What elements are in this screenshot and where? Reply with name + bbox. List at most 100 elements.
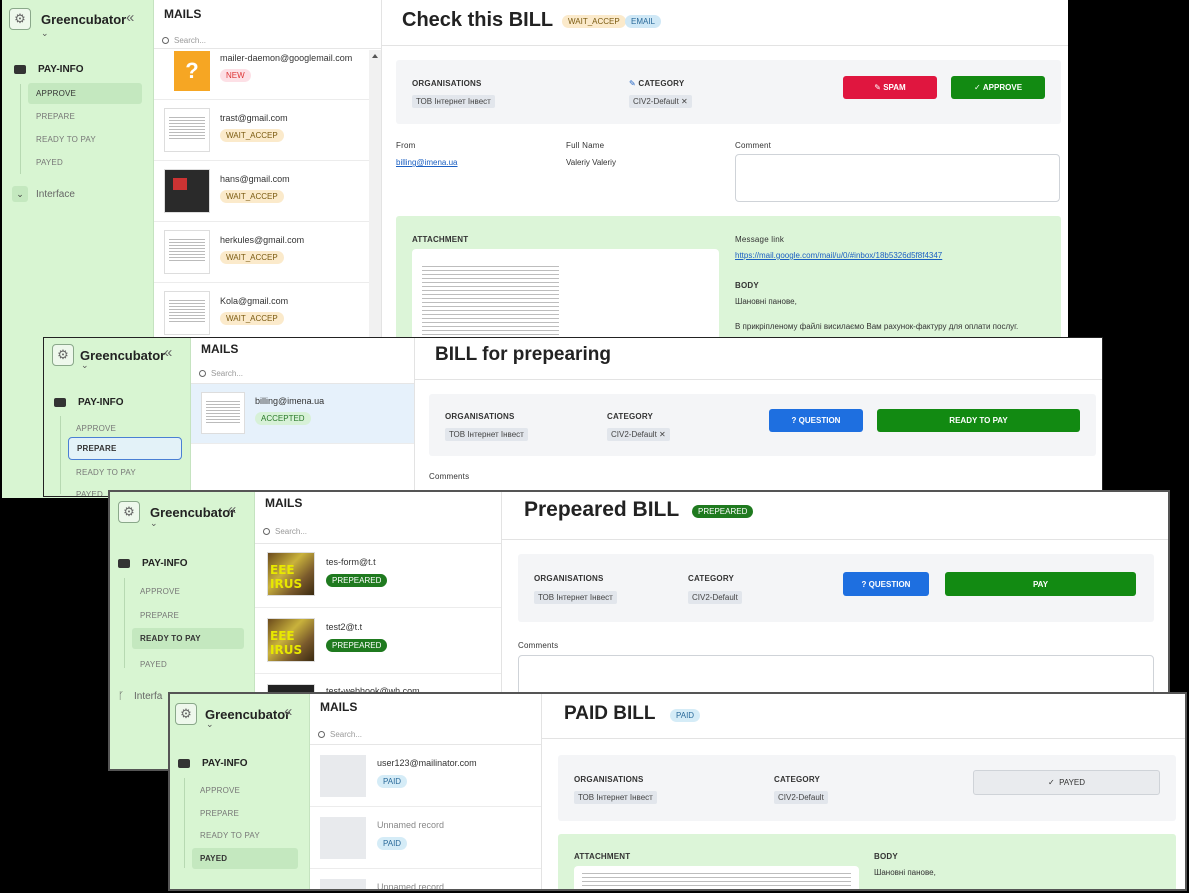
search-box[interactable]: Search... [263,527,307,536]
ready-to-pay-button[interactable]: READY TO PAY [877,409,1080,432]
category-label: ✎ CATEGORY [629,79,685,88]
mails-title: MAILS [164,7,202,21]
mail-sender: Unnamed record [377,820,445,830]
attachment-preview[interactable] [574,866,859,889]
nav-prepare[interactable]: PREPARE [68,437,182,460]
from-email-link[interactable]: billing@imena.ua [396,158,458,167]
section-pay-info[interactable]: PAY-INFO [118,558,188,569]
nav-approve[interactable]: APPROVE [28,83,142,104]
category-tag[interactable]: CIV2-Default [774,791,828,804]
window-payed: ⚙ Greencubator « ⌄ PAY-INFO APPROVE PREP… [168,692,1187,891]
mail-sender: Kola@gmail.com [220,296,289,306]
nav-interface[interactable]: ᚴ Interfa [118,691,162,702]
nav-approve[interactable]: APPROVE [140,587,180,596]
chevron-down-icon[interactable]: ⌄ [150,518,158,529]
approve-button[interactable]: ✓ APPROVE [951,76,1045,99]
mail-item[interactable]: EEE IRUS tes-form@t.t PREPEARED [255,544,501,608]
category-tag[interactable]: CIV2-Default [688,591,742,604]
organisation-tag[interactable]: ТОВ Інтернет Інвест [412,95,495,108]
brand: ⚙ Greencubator [175,703,290,725]
chevron-down-icon[interactable]: ⌄ [81,360,89,371]
section-pay-info[interactable]: PAY-INFO [14,64,84,75]
search-box[interactable]: Search... [199,369,243,378]
nav-payed[interactable]: PAYED [192,848,298,869]
nav-interface[interactable]: ⌄ Interface [12,186,75,202]
mail-sender: tes-form@t.t [326,557,376,567]
mail-item[interactable]: Unnamed record [310,869,541,889]
mail-item[interactable]: user123@mailinator.com PAID [310,745,541,807]
nav-ready-to-pay[interactable]: READY TO PAY [36,135,96,144]
organisation-tag[interactable]: ТОВ Інтернет Інвест [574,791,657,804]
nav-approve[interactable]: APPROVE [76,424,116,433]
mail-item[interactable]: Unnamed record PAID [310,807,541,869]
mail-thumbnail [164,108,210,152]
close-icon[interactable]: ✕ [659,430,666,439]
mail-item[interactable]: Kola@gmail.com WAIT_ACCEP [154,283,381,344]
nav-ready-to-pay[interactable]: READY TO PAY [76,468,136,477]
mail-item[interactable]: trast@gmail.com WAIT_ACCEP [154,100,381,161]
section-pay-info[interactable]: PAY-INFO [54,397,124,408]
chevron-down-icon[interactable]: ⌄ [41,28,49,39]
category-tag[interactable]: CIV2-Default ✕ [629,95,692,108]
collapse-sidebar-icon[interactable]: « [126,9,134,26]
mail-thumbnail [320,817,366,859]
fullname-value: Valeriy Valeriy [566,158,616,167]
mail-item[interactable]: herkules@gmail.com WAIT_ACCEP [154,222,381,283]
comment-textarea[interactable] [735,154,1060,202]
body-label: BODY [735,281,759,290]
mails-title: MAILS [265,496,303,510]
collapse-sidebar-icon[interactable]: « [284,703,292,720]
tree-line [20,84,21,174]
question-button[interactable]: ? QUESTION [843,572,929,596]
attachment-preview[interactable] [412,249,719,349]
collapse-sidebar-icon[interactable]: « [164,344,172,361]
mail-sender: mailer-daemon@googlemail.com [220,53,353,63]
header-divider [542,738,1185,739]
search-icon [162,37,169,44]
mail-thumbnail [164,169,210,213]
mail-item[interactable]: EEE IRUS test2@t.t PREPEARED [255,608,501,674]
organisation-tag[interactable]: ТОВ Інтернет Інвест [445,428,528,441]
mail-item[interactable]: ? mailer-daemon@googlemail.com NEW [154,49,381,100]
collapse-sidebar-icon[interactable]: « [228,501,236,518]
chevron-down-icon[interactable]: ⌄ [206,719,214,730]
header-divider [502,539,1168,540]
status-badge: WAIT_ACCEP [220,312,284,325]
section-pay-info[interactable]: PAY-INFO [178,758,248,769]
mail-item[interactable]: hans@gmail.com WAIT_ACCEP [154,161,381,222]
question-button[interactable]: ? QUESTION [769,409,863,432]
spam-button[interactable]: ✎ SPAM [843,76,937,99]
organisation-tag[interactable]: ТОВ Інтернет Інвест [534,591,617,604]
scroll-up-icon[interactable] [372,54,378,58]
payed-button[interactable]: ✓ PAYED [973,770,1160,795]
search-box[interactable]: Search... [318,730,362,739]
nav-approve[interactable]: APPROVE [200,786,240,795]
sidebar: ⚙ Greencubator « ⌄ PAY-INFO APPROVE PREP… [44,338,191,496]
sidebar: ⚙ Greencubator « ⌄ PAY-INFO APPROVE PREP… [170,694,310,889]
nav-prepare[interactable]: PREPARE [36,112,75,121]
nav-payed[interactable]: PAYED [36,158,63,167]
category-tag[interactable]: CIV2-Default ✕ [607,428,670,441]
status-badge: PAID [670,709,701,722]
category-label: CATEGORY [688,574,735,583]
mail-sender: trast@gmail.com [220,113,288,123]
pay-button[interactable]: PAY [945,572,1136,596]
gear-logo-icon: ⚙ [118,501,140,523]
search-box[interactable]: Search... [162,36,206,45]
mail-sender: user123@mailinator.com [377,758,477,768]
nav-prepare[interactable]: PREPARE [140,611,179,620]
brand-name: Greencubator [150,504,236,520]
brand-name: Greencubator [205,706,291,722]
mail-item[interactable]: billing@imena.ua ACCEPTED [191,384,414,444]
nav-prepare[interactable]: PREPARE [200,809,239,818]
nav-ready-to-pay[interactable]: READY TO PAY [200,831,260,840]
message-link[interactable]: https://mail.google.com/mail/u/0/#inbox/… [735,251,942,260]
nav-payed[interactable]: PAYED [140,660,167,669]
brand: ⚙ Greencubator [9,8,126,30]
mails-panel: MAILS Search... billing@imena.ua ACCEPTE… [191,338,415,496]
detail-pane: PAID BILL PAID ORGANISATIONS ТОВ Інтерне… [542,694,1185,889]
nav-ready-to-pay[interactable]: READY TO PAY [132,628,244,649]
bill-meta-panel: ORGANISATIONS ТОВ Інтернет Інвест ✎ CATE… [396,60,1061,124]
close-icon[interactable]: ✕ [681,97,688,106]
nav-payed[interactable]: PAYED [76,490,103,496]
